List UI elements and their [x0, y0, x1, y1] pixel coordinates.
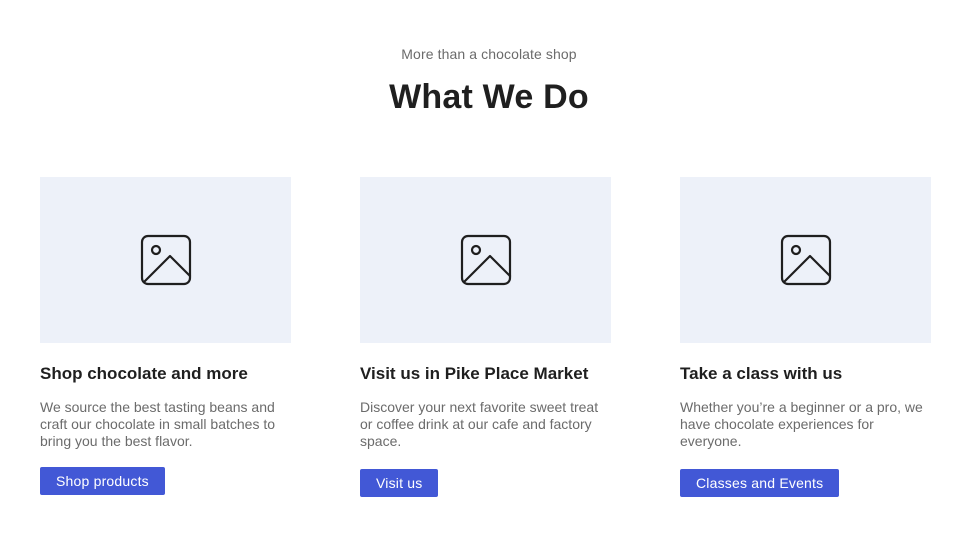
card-class: Take a class with us Whether you’re a be… [680, 177, 931, 497]
card-image-placeholder [680, 177, 931, 343]
card-description: Discover your next favorite sweet treat … [360, 399, 599, 449]
shop-products-button[interactable]: Shop products [40, 467, 165, 495]
card-image-placeholder [40, 177, 291, 343]
image-placeholder-icon [460, 234, 512, 286]
visit-us-button[interactable]: Visit us [360, 469, 439, 497]
card-image-placeholder [360, 177, 611, 343]
card-title: Take a class with us [680, 364, 843, 383]
image-placeholder-icon [780, 234, 832, 286]
section-heading: What We Do [389, 78, 589, 116]
card-shop: Shop chocolate and more We source the be… [40, 177, 291, 495]
card-title: Visit us in Pike Place Market [360, 364, 589, 383]
card-description: We source the best tasting beans and cra… [40, 399, 276, 449]
image-placeholder-icon [140, 234, 192, 286]
card-title: Shop chocolate and more [40, 364, 248, 383]
section-eyebrow: More than a chocolate shop [401, 46, 577, 62]
card-description: Whether you’re a beginner or a pro, we h… [680, 399, 923, 449]
card-visit: Visit us in Pike Place Market Discover y… [360, 177, 611, 497]
classes-and-events-button[interactable]: Classes and Events [680, 469, 840, 497]
what-we-do-section: More than a chocolate shop What We Do Sh… [0, 0, 978, 548]
